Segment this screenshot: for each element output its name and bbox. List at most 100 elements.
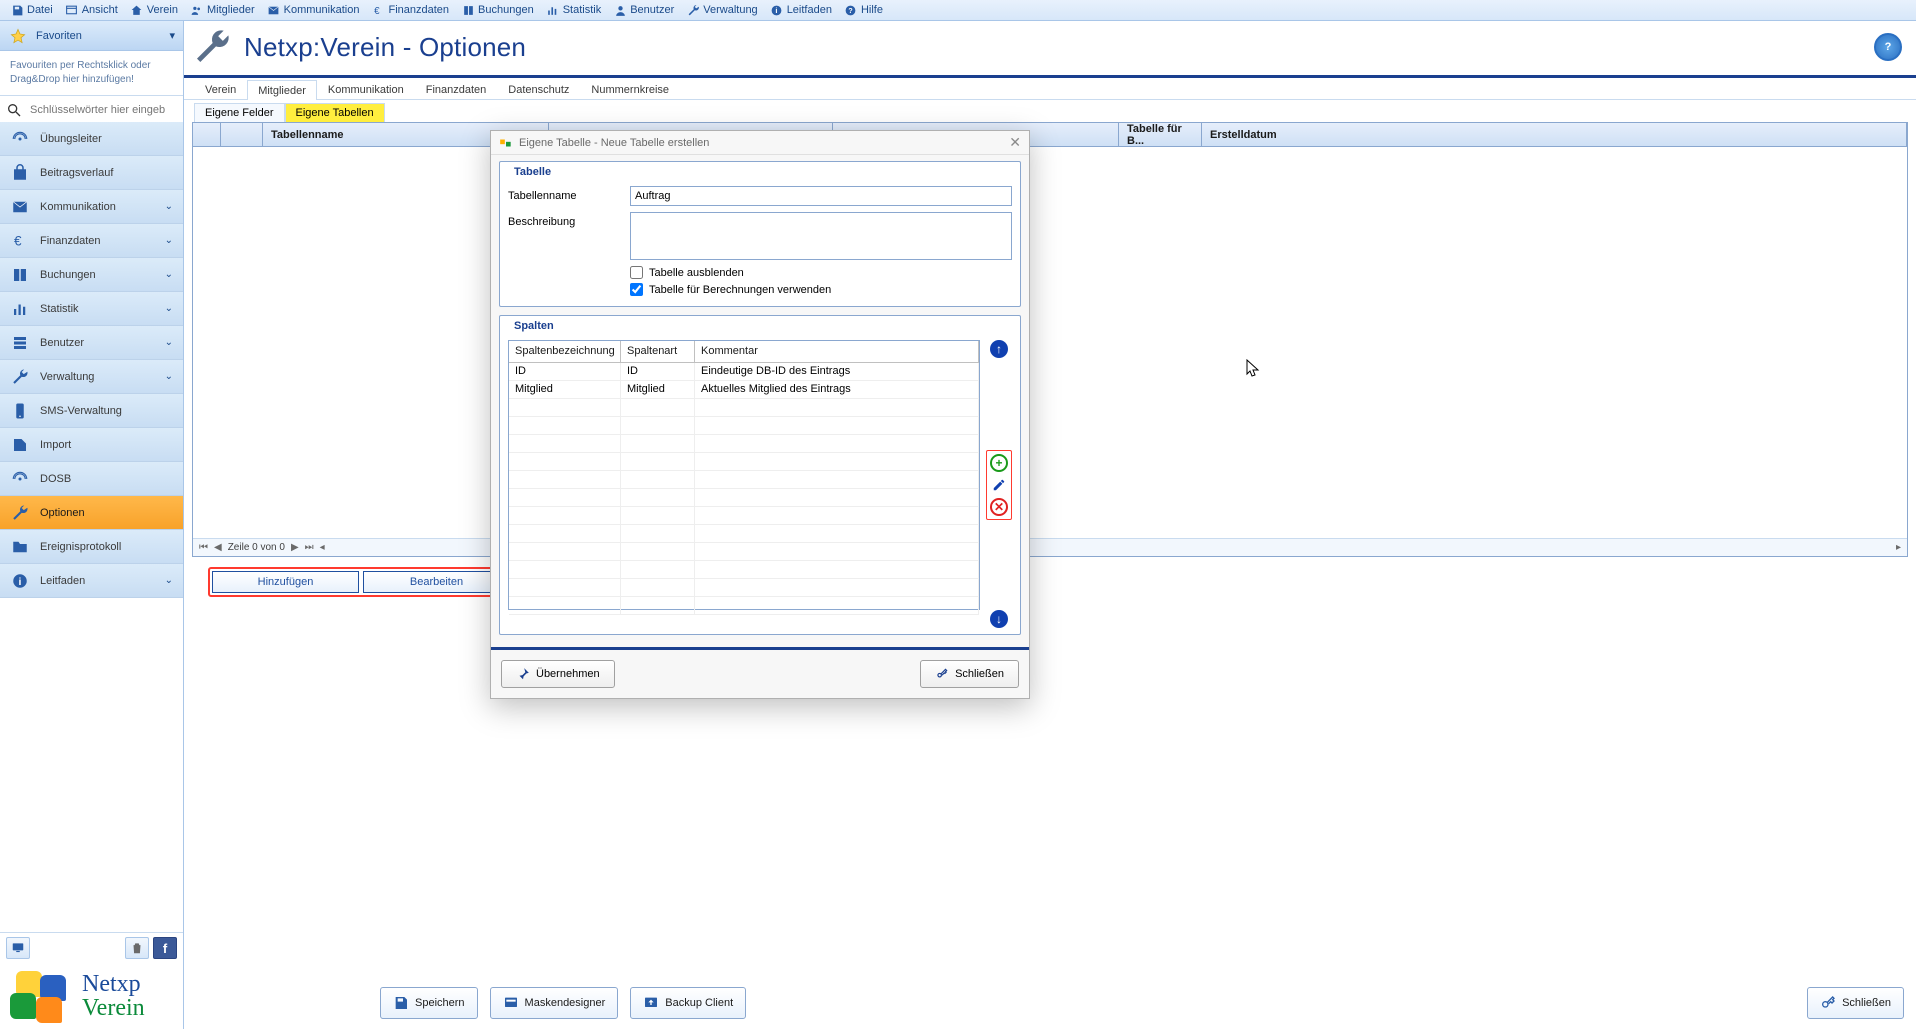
- tab2-eigene-tabellen[interactable]: Eigene Tabellen: [285, 103, 385, 122]
- menu-benutzer[interactable]: Benutzer: [607, 1, 680, 19]
- dialog-apply-label: Übernehmen: [536, 668, 600, 680]
- tab2-eigene-felder[interactable]: Eigene Felder: [194, 103, 285, 122]
- person-icon: [613, 3, 627, 17]
- spalten-row[interactable]: MitgliedMitgliedAktuelles Mitglied des E…: [509, 381, 979, 399]
- favoriten-header[interactable]: Favoriten ▾: [0, 21, 183, 51]
- pager-prev-icon[interactable]: ◀: [214, 542, 222, 553]
- help-button[interactable]: ?: [1874, 33, 1902, 61]
- column-delete-button[interactable]: ✕: [990, 498, 1008, 516]
- menu-datei[interactable]: Datei: [4, 1, 59, 19]
- dialog-title: Eigene Tabelle - Neue Tabelle erstellen: [519, 137, 709, 149]
- menu-hilfe[interactable]: ?Hilfe: [838, 1, 889, 19]
- save-button[interactable]: Speichern: [380, 987, 478, 1019]
- spalten-grid-body: IDIDEindeutige DB-ID des EintragsMitglie…: [509, 363, 979, 615]
- main-grid: Tabellenname Beschreibung Tabelle ausble…: [192, 122, 1908, 557]
- tab1-verein[interactable]: Verein: [194, 79, 247, 99]
- menu-statistik[interactable]: Statistik: [540, 1, 608, 19]
- dialog-titlebar[interactable]: Eigene Tabelle - Neue Tabelle erstellen …: [491, 131, 1029, 155]
- grid-col-erstelldatum[interactable]: Erstelldatum: [1202, 123, 1907, 146]
- menu-mitglieder[interactable]: Mitglieder: [184, 1, 261, 19]
- label-tabellenname: Tabellenname: [508, 186, 620, 202]
- key-icon: [1820, 995, 1836, 1011]
- tab1-datenschutz[interactable]: Datenschutz: [497, 79, 580, 99]
- move-up-button[interactable]: ↑: [990, 340, 1008, 358]
- input-tabellenname[interactable]: [630, 186, 1012, 206]
- search-input[interactable]: [30, 104, 177, 116]
- menu-kommunikation[interactable]: Kommunikation: [261, 1, 366, 19]
- menu-leitfaden[interactable]: iLeitfaden: [764, 1, 838, 19]
- add-button[interactable]: Hinzufügen: [212, 571, 359, 593]
- edit-button[interactable]: Bearbeiten: [363, 571, 510, 593]
- maskdesigner-icon: [503, 995, 519, 1011]
- sidebar-item--bungsleiter[interactable]: Übungsleiter: [0, 122, 183, 156]
- tab1-mitglieder[interactable]: Mitglieder: [247, 80, 317, 100]
- sidebar-item-buchungen[interactable]: Buchungen⌄: [0, 258, 183, 292]
- move-down-button[interactable]: ↓: [990, 610, 1008, 628]
- spalten-grid[interactable]: Spaltenbezeichnung Spaltenart Kommentar …: [508, 340, 980, 610]
- sg-head-bezeichnung[interactable]: Spaltenbezeichnung: [509, 341, 621, 362]
- pager-left-icon[interactable]: ◂: [320, 542, 325, 553]
- window-icon: [65, 3, 79, 17]
- grid-col-idx[interactable]: [221, 123, 263, 146]
- pager-last-icon[interactable]: ⏭: [305, 542, 314, 553]
- sidebar-item-benutzer[interactable]: Benutzer⌄: [0, 326, 183, 360]
- dialog-close-icon[interactable]: ✕: [1009, 134, 1021, 151]
- book-icon: [10, 265, 30, 285]
- sidebar-item-verwaltung[interactable]: Verwaltung⌄: [0, 360, 183, 394]
- sidebar-item-kommunikation[interactable]: Kommunikation⌄: [0, 190, 183, 224]
- backup-label: Backup Client: [665, 997, 733, 1009]
- grid-col-fuerb[interactable]: Tabelle für B...: [1119, 123, 1202, 146]
- sidebar-item-optionen[interactable]: Optionen: [0, 496, 183, 530]
- sidebar-item-beitragsverlauf[interactable]: Beitragsverlauf: [0, 156, 183, 190]
- sidebar-item-leitfaden[interactable]: iLeitfaden⌄: [0, 564, 183, 598]
- tab1-finanzdaten[interactable]: Finanzdaten: [415, 79, 498, 99]
- pager-next-icon[interactable]: ▶: [291, 542, 299, 553]
- wrench-icon: [10, 367, 30, 387]
- menu-buchungen[interactable]: Buchungen: [455, 1, 540, 19]
- menu-label: Kommunikation: [284, 4, 360, 16]
- pager-first-icon[interactable]: ⏮: [199, 542, 208, 553]
- facebook-icon[interactable]: f: [153, 937, 177, 959]
- spalten-row[interactable]: IDIDEindeutige DB-ID des Eintrags: [509, 363, 979, 381]
- column-edit-button[interactable]: [990, 476, 1008, 494]
- column-add-button[interactable]: +: [990, 454, 1008, 472]
- menu-verwaltung[interactable]: Verwaltung: [680, 1, 763, 19]
- spalten-row-empty: [509, 453, 979, 471]
- sg-head-art[interactable]: Spaltenart: [621, 341, 695, 362]
- logo: Netxp Verein: [0, 963, 183, 1029]
- trash-icon[interactable]: [125, 937, 149, 959]
- sidebar-item-import[interactable]: Import: [0, 428, 183, 462]
- grid-body: [193, 147, 1907, 538]
- sms-icon: [10, 401, 30, 421]
- sidebar-item-label: Import: [40, 439, 71, 451]
- favoriten-title: Favoriten: [36, 30, 82, 42]
- sidebar-item-ereignisprotokoll[interactable]: Ereignisprotokoll: [0, 530, 183, 564]
- dialog-apply-button[interactable]: Übernehmen: [501, 660, 615, 688]
- menu-verein[interactable]: Verein: [124, 1, 184, 19]
- checkbox-ausblenden[interactable]: [630, 266, 643, 279]
- tab1-nummernkreise[interactable]: Nummernkreise: [580, 79, 680, 99]
- menu-finanzdaten[interactable]: €Finanzdaten: [365, 1, 455, 19]
- spalten-row-empty: [509, 489, 979, 507]
- checkbox-berechnung[interactable]: [630, 283, 643, 296]
- dialog-close-button[interactable]: Schließen: [920, 660, 1019, 688]
- monitor-icon[interactable]: [6, 937, 30, 959]
- sidebar-item-statistik[interactable]: Statistik⌄: [0, 292, 183, 326]
- folder-icon: [10, 537, 30, 557]
- menu-label: Verwaltung: [703, 4, 757, 16]
- grid-col-selector[interactable]: [193, 123, 221, 146]
- tab1-kommunikation[interactable]: Kommunikation: [317, 79, 415, 99]
- backup-button[interactable]: Backup Client: [630, 987, 746, 1019]
- chevron-down-icon: ⌄: [165, 201, 173, 212]
- tabs-level1: VereinMitgliederKommunikationFinanzdaten…: [184, 78, 1916, 100]
- sidebar-item-dosb[interactable]: DOSB: [0, 462, 183, 496]
- input-beschreibung[interactable]: [630, 212, 1012, 260]
- close-button[interactable]: Schließen: [1807, 987, 1904, 1019]
- maskdesigner-button[interactable]: Maskendesigner: [490, 987, 619, 1019]
- menu-label: Hilfe: [861, 4, 883, 16]
- sg-head-kommentar[interactable]: Kommentar: [695, 341, 979, 362]
- menu-ansicht[interactable]: Ansicht: [59, 1, 124, 19]
- sidebar-item-sms-verwaltung[interactable]: SMS-Verwaltung: [0, 394, 183, 428]
- sidebar-item-finanzdaten[interactable]: €Finanzdaten⌄: [0, 224, 183, 258]
- pager-right-icon[interactable]: ▸: [1896, 542, 1901, 553]
